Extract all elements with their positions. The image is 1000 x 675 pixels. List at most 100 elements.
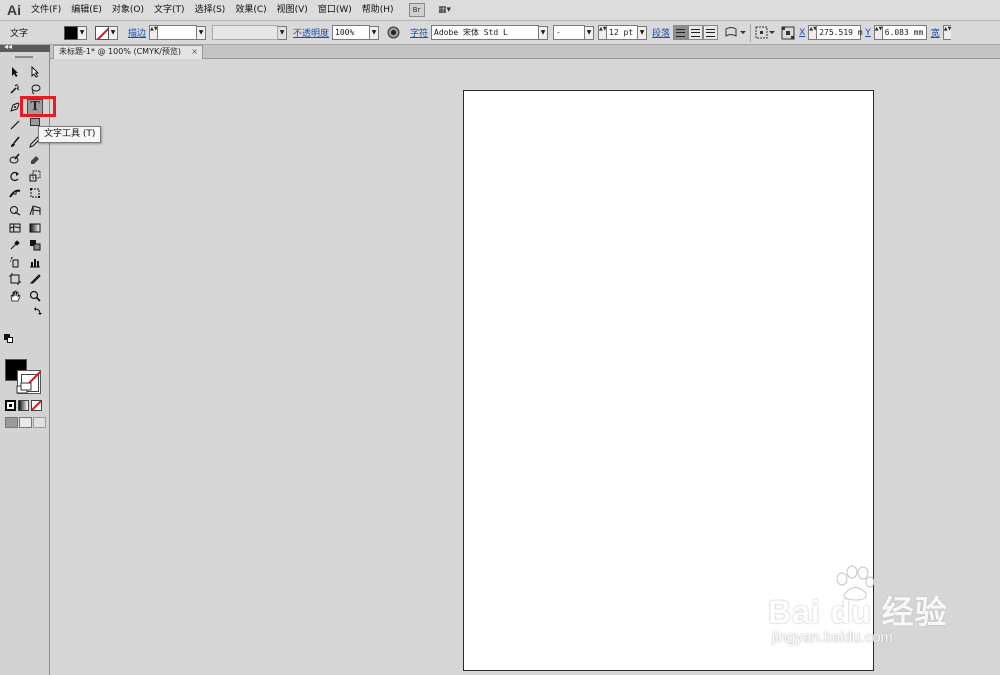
stroke-weight-field[interactable] [157,25,198,40]
width-tool-icon[interactable] [7,185,23,201]
y-position-stepper[interactable]: ▲▼ [873,25,882,40]
gradient-tool-icon[interactable] [27,220,43,236]
watermark-url: jingyan.baidu.com [772,629,893,646]
selection-tool-icon[interactable] [7,64,23,80]
document-tab-bar: 未标题-1* @ 100% (CMYK/预览) × [50,45,1000,59]
highlight-box [20,96,56,117]
screen-mode-icon[interactable] [16,382,32,394]
draw-normal-icon[interactable] [5,417,18,428]
eraser-tool-icon[interactable] [27,151,43,167]
transform-reference-point-icon[interactable] [755,26,776,39]
workspace-switcher-icon[interactable]: ▦▾ [435,3,455,17]
type-tool-tooltip: 文字工具 (T) [38,126,102,143]
stroke-weight-stepper[interactable]: ▲▼ [149,25,158,40]
slice-tool-icon[interactable] [27,271,43,287]
reference-point-grid-icon[interactable] [781,26,795,40]
character-panel-link[interactable]: 字符 [410,26,428,39]
font-size-stepper[interactable]: ▲▼ [598,25,607,40]
column-graph-tool-icon[interactable] [27,254,43,270]
opacity-field[interactable]: 100% [332,25,371,40]
bridge-icon[interactable]: Br [408,3,425,17]
app-logo: Ai [7,2,21,18]
font-style-chevron-icon[interactable]: ▼ [585,25,595,40]
zoom-tool-icon[interactable] [27,288,43,304]
draw-inside-icon[interactable] [33,417,46,428]
blend-tool-icon[interactable] [27,237,43,253]
direct-selection-tool-icon[interactable] [27,64,43,80]
line-segment-tool-icon[interactable] [7,117,23,133]
blob-brush-tool-icon[interactable] [7,151,23,167]
collapse-panel-icon[interactable]: ◂◂ [4,42,12,51]
paragraph-panel-link[interactable]: 段落 [652,26,670,39]
envelope-warp-icon[interactable] [724,26,747,39]
font-size-chevron-icon[interactable]: ▼ [638,25,648,40]
baidu-jingyan-watermark: Bai du 经验 jingyan.baidu.com [760,565,960,655]
watermark-title: Bai du 经验 [768,594,948,630]
font-family-chevron-icon[interactable]: ▼ [539,25,549,40]
y-position-label[interactable]: Y [865,28,871,38]
width-stepper[interactable]: ▲▼ [942,25,951,40]
align-left-button[interactable] [673,25,689,40]
hand-tool-icon[interactable] [7,288,23,304]
menu-bar: Ai 文件(F) 编辑(E) 对象(O) 文字(T) 选择(S) 效果(C) 视… [0,0,1000,21]
scale-tool-icon[interactable] [27,168,43,184]
menu-effect[interactable]: 效果(C) [230,0,271,21]
paintbrush-tool-icon[interactable] [7,134,23,150]
align-right-icon [706,28,716,37]
magic-wand-tool-icon[interactable] [7,81,23,97]
default-fill-stroke-icon[interactable] [4,334,13,343]
variable-width-profile-select[interactable] [212,25,279,40]
fill-dropdown-chevron-icon[interactable]: ▼ [78,25,87,40]
x-position-label[interactable]: X [799,28,805,38]
x-position-stepper[interactable]: ▲▼ [808,25,817,40]
menu-help[interactable]: 帮助(H) [357,0,399,21]
opacity-chevron-icon[interactable]: ▼ [370,25,380,40]
draw-behind-icon[interactable] [19,417,32,428]
gradient-mode-icon[interactable] [18,400,29,411]
free-transform-tool-icon[interactable] [27,185,43,201]
menu-type[interactable]: 文字(T) [149,0,190,21]
panel-grip[interactable] [15,56,33,58]
menu-select[interactable]: 选择(S) [190,0,231,21]
stroke-weight-chevron-icon[interactable]: ▼ [197,25,207,40]
menu-view[interactable]: 视图(V) [272,0,313,21]
stroke-link[interactable]: 描边 [128,26,146,39]
close-tab-icon[interactable]: × [191,46,198,58]
divider [750,23,752,42]
eyedropper-tool-icon[interactable] [7,237,23,253]
fill-color-swatch[interactable] [64,25,78,40]
color-mode-icon[interactable] [5,400,16,411]
opacity-link[interactable]: 不透明度 [293,26,329,39]
artboard-tool-icon[interactable] [7,271,23,287]
x-position-field[interactable]: 275.519 m [816,25,863,40]
profile-chevron-icon[interactable]: ▼ [278,25,288,40]
shape-builder-tool-icon[interactable] [7,202,23,218]
width-label[interactable]: 宽 [931,26,940,39]
align-center-button[interactable] [688,25,704,40]
perspective-grid-tool-icon[interactable] [27,202,43,218]
menu-edit[interactable]: 编辑(E) [66,0,107,21]
align-left-icon [676,28,686,37]
mesh-tool-icon[interactable] [7,220,23,236]
menu-file[interactable]: 文件(F) [26,0,66,21]
align-right-button[interactable] [703,25,719,40]
tools-panel-header[interactable]: ◂◂ [0,42,50,52]
none-mode-icon[interactable] [31,400,42,411]
font-family-field[interactable]: Adobe 宋体 Std L [431,25,540,40]
current-tool-label: 文字 [10,29,29,39]
recolor-artwork-icon[interactable] [387,26,400,39]
stroke-dropdown-chevron-icon[interactable]: ▼ [109,25,118,40]
rotate-tool-icon[interactable] [7,168,23,184]
symbol-sprayer-tool-icon[interactable] [7,254,23,270]
menu-window[interactable]: 窗口(W) [313,0,357,21]
color-mode-row [5,400,42,411]
y-position-field[interactable]: 6.083 mm [881,25,927,40]
menu-object[interactable]: 对象(O) [107,0,149,21]
align-center-icon [691,28,701,37]
document-tab[interactable]: 未标题-1* @ 100% (CMYK/预览) × [53,45,203,59]
swap-fill-stroke-icon[interactable] [34,307,42,315]
stroke-color-swatch[interactable] [95,25,109,40]
font-size-field[interactable]: 12 pt [606,25,639,40]
font-style-field[interactable]: - [553,25,586,40]
lasso-tool-icon[interactable] [27,81,43,97]
